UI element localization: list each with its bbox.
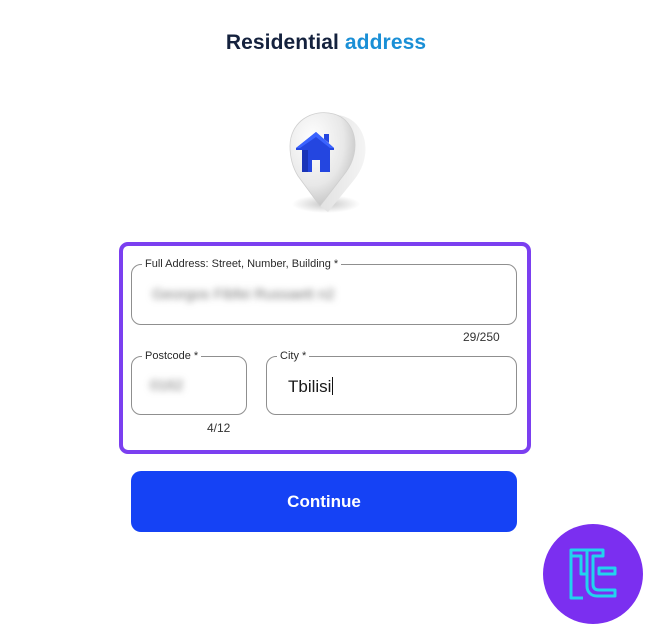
city-label: City * [277, 349, 310, 363]
continue-button[interactable]: Continue [131, 471, 517, 532]
text-caret [332, 377, 334, 395]
full-address-field[interactable]: Full Address: Street, Number, Building *… [131, 257, 517, 325]
postcode-field[interactable]: Postcode * 0162 [131, 349, 247, 415]
city-value: Tbilisi [288, 377, 332, 396]
residential-address-page: Residential address Full Address: Street… [0, 0, 652, 634]
postcode-value: 0162 [150, 377, 184, 394]
full-address-label: Full Address: Street, Number, Building * [142, 257, 342, 271]
city-field[interactable]: City * Tbilisi [266, 349, 517, 415]
page-title: Residential address [0, 31, 652, 55]
full-address-counter: 29/250 [463, 330, 500, 344]
brand-logo-icon [543, 524, 643, 624]
postcode-counter: 4/12 [207, 421, 231, 435]
title-part-2: address [344, 31, 427, 54]
city-input-text: Tbilisi [288, 377, 334, 397]
home-location-pin-icon [268, 100, 380, 220]
title-part-1: Residential [225, 31, 339, 54]
full-address-value: Georgos Fibfei Russaett n2 [152, 286, 335, 303]
postcode-label: Postcode * [142, 349, 202, 363]
